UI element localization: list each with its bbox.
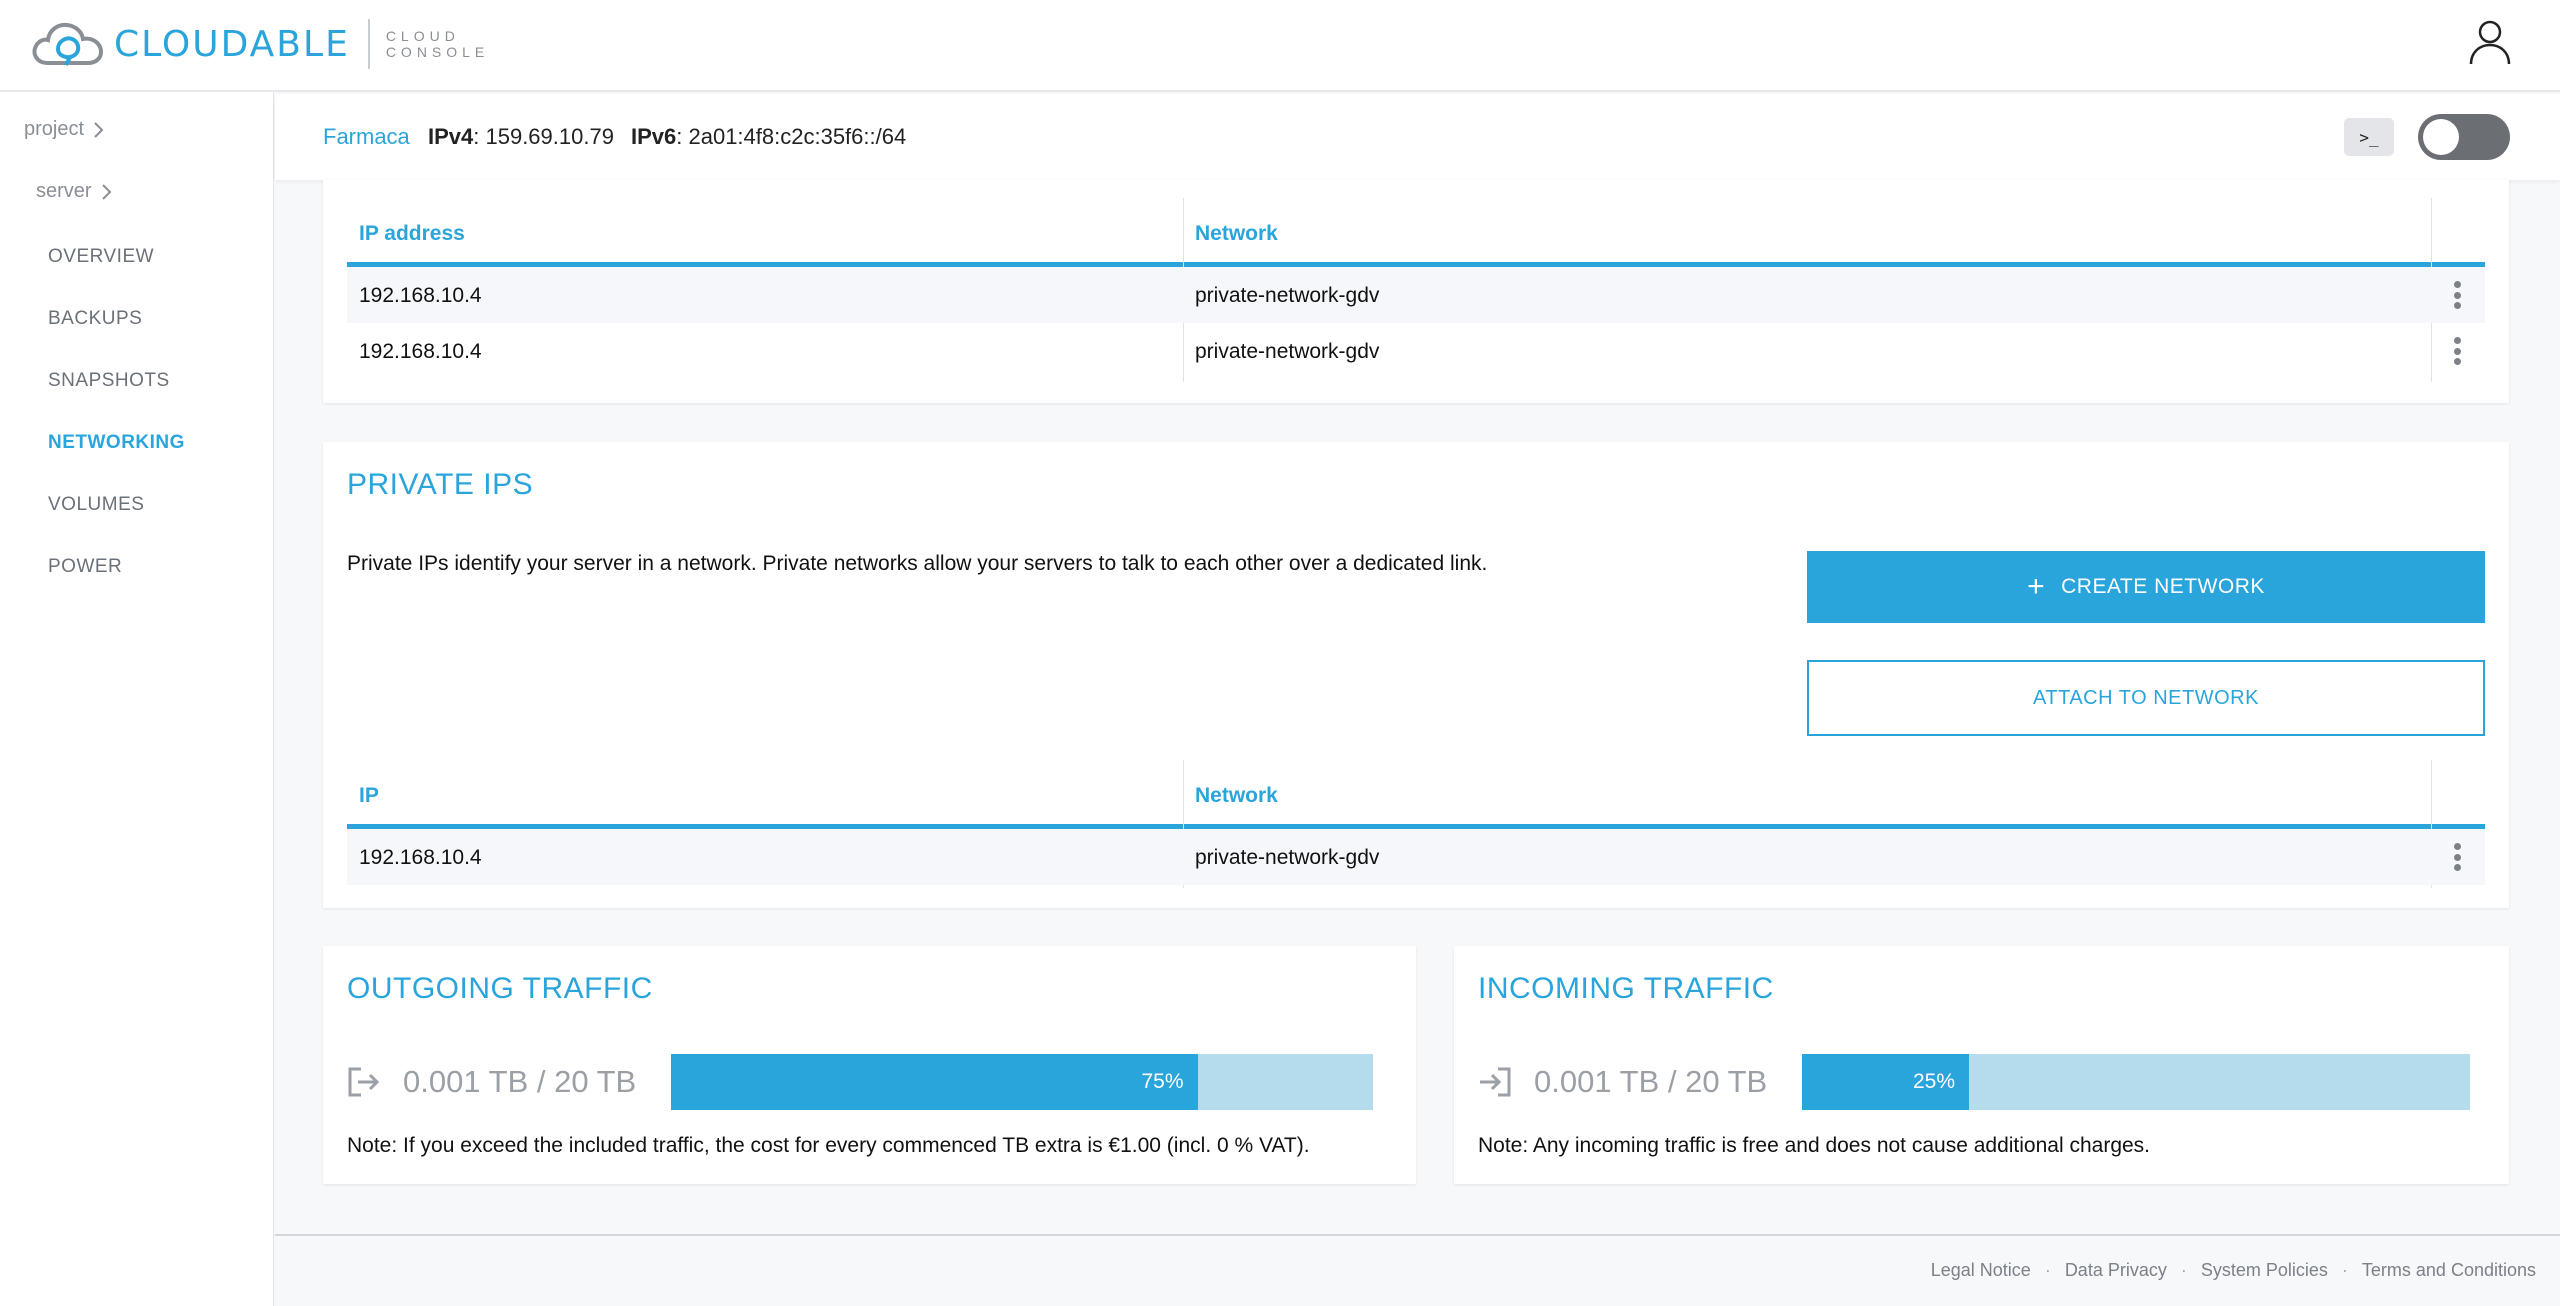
console-button[interactable]: >_	[2344, 118, 2394, 156]
outgoing-traffic-card: OUTGOING TRAFFIC 0.001 TB / 20 TB 75% No…	[323, 946, 1416, 1184]
outgoing-progress-bar: 75%	[671, 1054, 1373, 1110]
network-cell: private-network-gdv	[1195, 846, 1380, 869]
brand-subtitle-line1: CLOUD	[385, 28, 460, 44]
ip-cell: 192.168.10.4	[359, 284, 482, 307]
ip-cell: 192.168.10.4	[359, 846, 482, 869]
brand-logo[interactable]: CLOUDABLE CLOUD CONSOLE	[30, 16, 489, 72]
outgoing-traffic-note: Note: If you exceed the included traffic…	[347, 1134, 1310, 1157]
ip-cell: 192.168.10.4	[359, 340, 482, 363]
footer: Legal Notice · Data Privacy · System Pol…	[275, 1234, 2560, 1306]
sidebar: project server OVERVIEW BACKUPS SNAPSHOT…	[0, 92, 274, 1306]
logo-divider	[367, 19, 370, 69]
column-header-network[interactable]: Network	[1195, 760, 1278, 826]
column-header-ip-address[interactable]: IP address	[359, 198, 465, 264]
outgoing-traffic-title: OUTGOING TRAFFIC	[347, 972, 653, 1005]
server-info-bar: Farmaca IPv4: 159.69.10.79 IPv6: 2a01:4f…	[275, 94, 2560, 180]
sidebar-item-overview[interactable]: OVERVIEW	[48, 246, 154, 268]
incoming-progress-bar: 25%	[1802, 1054, 2470, 1110]
cloud-logo-icon	[32, 22, 104, 66]
row-menu-icon[interactable]	[2447, 843, 2467, 871]
terms-and-conditions-link[interactable]: Terms and Conditions	[2362, 1260, 2536, 1281]
ipv4-value: : 159.69.10.79	[473, 124, 614, 149]
sidebar-item-networking[interactable]: NETWORKING	[48, 432, 185, 454]
private-ips-card: PRIVATE IPS Private IPs identify your se…	[323, 442, 2509, 908]
ipv4-info: IPv4: 159.69.10.79	[428, 124, 614, 150]
outgoing-usage-text: 0.001 TB / 20 TB	[403, 1064, 637, 1099]
incoming-traffic-note: Note: Any incoming traffic is free and d…	[1478, 1134, 2151, 1157]
user-icon[interactable]	[2468, 18, 2512, 66]
sidebar-item-volumes[interactable]: VOLUMES	[48, 494, 144, 516]
footer-links: Legal Notice · Data Privacy · System Pol…	[1931, 1260, 2536, 1281]
table-row: 192.168.10.4 private-network-gdv	[347, 267, 2485, 323]
private-ips-title: PRIVATE IPS	[347, 468, 534, 501]
breadcrumb-server-label: server	[36, 180, 92, 202]
ipv6-info: IPv6: 2a01:4f8:c2c:35f6::/64	[631, 124, 906, 150]
row-menu-icon[interactable]	[2447, 281, 2467, 309]
brand-subtitle-line2: CONSOLE	[385, 44, 490, 60]
chevron-right-icon	[94, 121, 104, 138]
incoming-traffic-title: INCOMING TRAFFIC	[1478, 972, 1774, 1005]
ipv6-value: : 2a01:4f8:c2c:35f6::/64	[676, 124, 907, 149]
table-row: 192.168.10.4 private-network-gdv	[347, 323, 2485, 379]
incoming-percent-label: 25%	[1912, 1070, 1955, 1093]
sidebar-item-backups[interactable]: BACKUPS	[48, 308, 142, 330]
power-toggle-knob	[2423, 119, 2459, 155]
system-policies-link[interactable]: System Policies	[2201, 1260, 2328, 1281]
breadcrumb-project[interactable]: project	[24, 118, 104, 141]
footer-separator: ·	[2044, 1260, 2051, 1280]
data-privacy-link[interactable]: Data Privacy	[2065, 1260, 2167, 1281]
incoming-usage-text: 0.001 TB / 20 TB	[1534, 1064, 1768, 1099]
ipv4-label: IPv4	[428, 124, 474, 149]
outgoing-traffic-usage: 0.001 TB / 20 TB 75%	[347, 1054, 1397, 1110]
ip-address-card: IP address Network 192.168.10.4 private-…	[323, 180, 2509, 403]
row-menu-icon[interactable]	[2447, 337, 2467, 365]
breadcrumb-project-label: project	[24, 118, 85, 140]
ip-address-table: IP address Network 192.168.10.4 private-…	[347, 198, 2485, 403]
outgoing-percent-label: 75%	[1141, 1070, 1184, 1093]
brand-subtitle: CLOUD CONSOLE	[386, 28, 489, 60]
create-network-button[interactable]: + CREATE NETWORK	[1807, 551, 2485, 623]
network-cell: private-network-gdv	[1195, 284, 1380, 307]
network-cell: private-network-gdv	[1195, 340, 1380, 363]
incoming-progress-fill: 25%	[1802, 1054, 1969, 1110]
incoming-traffic-usage: 0.001 TB / 20 TB 25%	[1478, 1054, 2488, 1110]
footer-separator: ·	[2341, 1260, 2348, 1280]
power-toggle[interactable]	[2418, 114, 2510, 160]
incoming-traffic-card: INCOMING TRAFFIC 0.001 TB / 20 TB 25% No…	[1454, 946, 2509, 1184]
attach-to-network-button[interactable]: ATTACH TO NETWORK	[1807, 660, 2485, 736]
legal-notice-link[interactable]: Legal Notice	[1931, 1260, 2031, 1281]
breadcrumb-server[interactable]: server	[36, 180, 112, 203]
sign-in-icon	[1480, 1067, 1511, 1097]
chevron-right-icon	[101, 183, 111, 200]
sign-out-icon	[348, 1067, 380, 1097]
private-ips-description: Private IPs identify your server in a ne…	[347, 552, 1488, 575]
plus-icon: +	[2027, 570, 2046, 603]
outgoing-progress-fill: 75%	[671, 1054, 1198, 1110]
column-header-network[interactable]: Network	[1195, 198, 1278, 264]
brand-name: CLOUDABLE	[114, 23, 350, 65]
private-ips-table: IP Network 192.168.10.4 private-network-…	[347, 760, 2485, 900]
table-row: 192.168.10.4 private-network-gdv	[347, 829, 2485, 885]
ipv6-label: IPv6	[631, 124, 677, 149]
server-name-link[interactable]: Farmaca	[323, 124, 410, 150]
sidebar-item-snapshots[interactable]: SNAPSHOTS	[48, 370, 170, 392]
footer-separator: ·	[2180, 1260, 2187, 1280]
top-bar: CLOUDABLE CLOUD CONSOLE	[0, 0, 2560, 92]
create-network-label: CREATE NETWORK	[2061, 575, 2265, 598]
column-header-ip[interactable]: IP	[359, 760, 379, 826]
sidebar-item-power[interactable]: POWER	[48, 556, 122, 578]
